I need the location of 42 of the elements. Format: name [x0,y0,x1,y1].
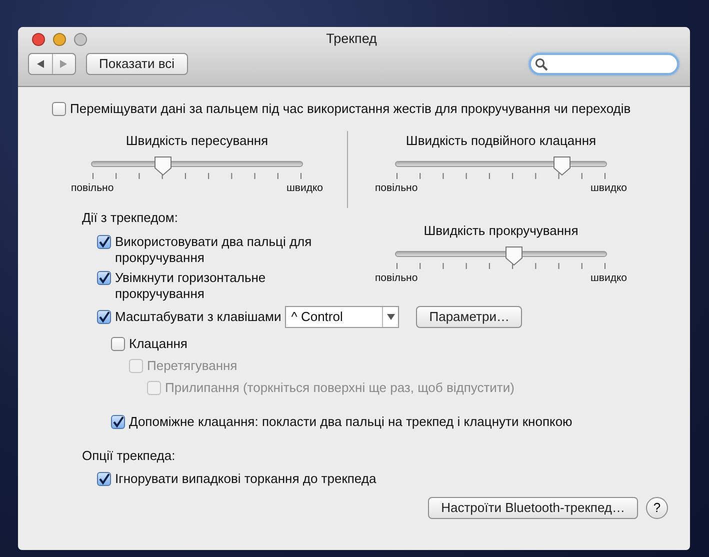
checkbox[interactable] [52,102,66,116]
dropdown[interactable]: ^ Control [285,306,400,328]
checkbox-label: Переміщувати дані за пальцем під час використання жестів для прокручування чи переходів [70,101,631,117]
search-icon [535,58,548,70]
slider-min-label: повільно [375,270,418,286]
slider-max-label: швидко [590,180,627,196]
window-title: Трекпед [325,30,378,48]
checkbox-label: Допоміжне клацання: покласти два пальці на трекпед і клацнути кнопкою [129,414,572,430]
slider-thumb[interactable] [504,246,523,266]
section-heading: Опції трекпеда: [82,446,176,465]
checkbox[interactable] [111,336,125,350]
options-button[interactable]: Параметри… [416,306,522,328]
minimize-button[interactable] [53,32,66,46]
slider-title: Швидкість подвійного клацання [404,132,598,150]
slider-max-label: швидко [590,270,627,286]
checkbox-label: Увімкнути горизонтальне прокручування [115,270,267,302]
checkbox[interactable] [97,472,111,486]
bluetooth-setup-button[interactable]: Настроїти Bluetooth-трекпед… [428,497,638,519]
checkbox[interactable] [97,310,111,324]
slider-max-label: швидко [286,180,323,196]
help-button[interactable]: ? [646,497,668,519]
checkbox[interactable] [97,234,111,248]
checkbox-label: Перетягування [147,358,238,374]
show-all-button[interactable]: Показати всі [86,53,188,75]
checkbox-label: Масштабувати з клавішами [115,308,282,324]
checkbox-label: Прилипання (торкніться поверхні ще раз, щоб відпустити) [165,380,514,396]
back-forward-buttons[interactable] [28,53,76,75]
slider-title: Швидкість пересування [124,132,270,150]
slider-thumb[interactable] [552,156,571,176]
slider-min-label: повільно [375,180,418,196]
zoom-button[interactable] [74,32,87,46]
checkbox-label: Клацання [129,336,188,352]
slider-thumb[interactable] [154,156,172,176]
checkbox[interactable] [97,270,111,284]
slider-min-label: повільно [71,180,114,196]
checkbox-label: Ігнорувати випадкові торкання до трекпеда [115,471,376,487]
checkbox-label: Використовувати два пальці для прокручування [115,234,313,266]
close-button[interactable] [32,32,45,46]
checkbox[interactable] [111,414,125,428]
search-field[interactable] [529,53,679,75]
slider-title: Швидкість прокручування [422,222,580,240]
section-heading: Дії з трекпедом: [82,209,179,227]
